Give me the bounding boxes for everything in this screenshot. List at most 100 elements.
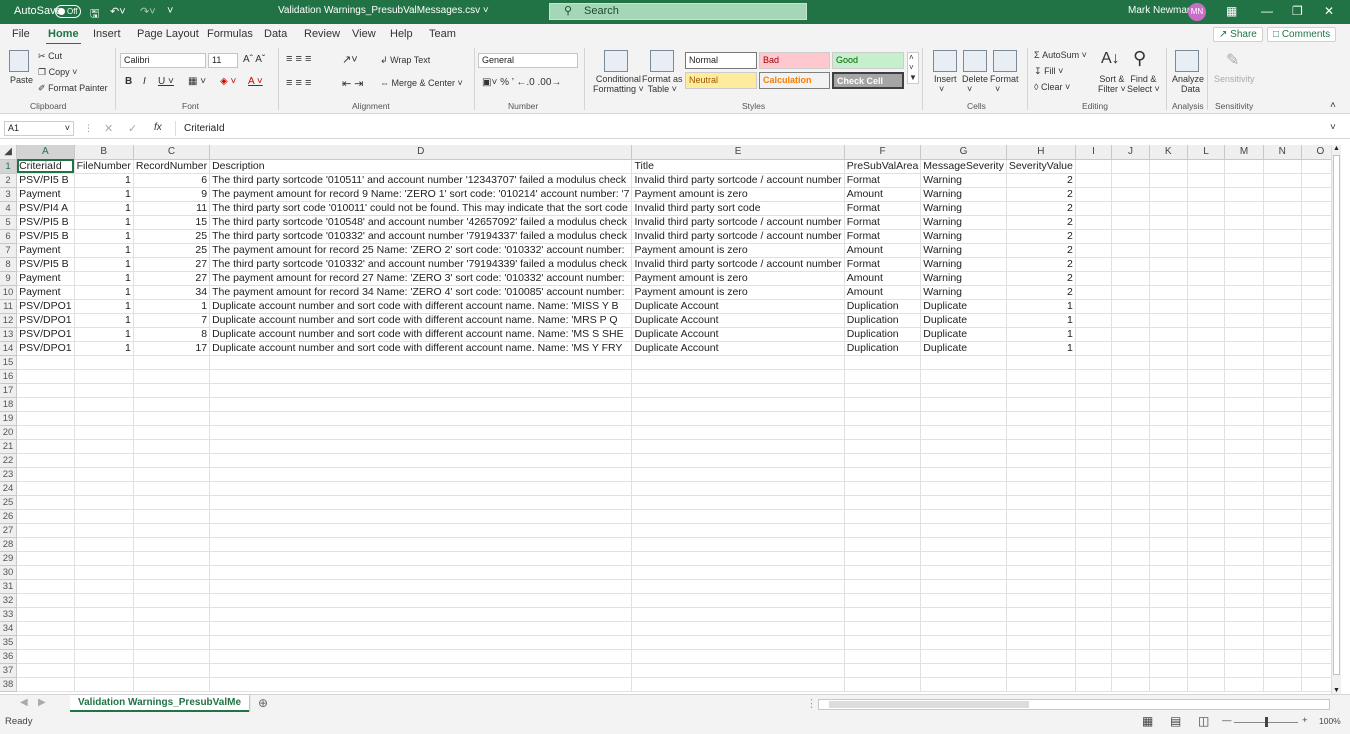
cell-d33[interactable]	[209, 607, 633, 622]
cell-l7[interactable]	[1187, 243, 1226, 258]
cell-d37[interactable]	[209, 663, 633, 678]
row-header[interactable]: 7	[0, 243, 18, 258]
row-header[interactable]: 28	[0, 537, 18, 552]
cell-l10[interactable]	[1187, 285, 1226, 300]
cell-c37[interactable]	[133, 663, 211, 678]
cell-m26[interactable]	[1224, 509, 1264, 524]
cell-e30[interactable]	[631, 565, 845, 580]
cell-h34[interactable]	[1006, 621, 1076, 636]
cell-e13[interactable]: Duplicate Account	[631, 327, 845, 342]
cell-e23[interactable]	[631, 467, 845, 482]
cell-l24[interactable]	[1187, 481, 1226, 496]
style-check-cell[interactable]: Check Cell	[832, 72, 904, 89]
comments-button[interactable]: □ Comments	[1267, 27, 1337, 42]
cell-l22[interactable]	[1187, 453, 1226, 468]
cell-a25[interactable]	[16, 495, 75, 510]
cell-b6[interactable]: 1	[74, 229, 134, 244]
cell-c10[interactable]: 34	[133, 285, 211, 300]
cell-f27[interactable]	[844, 523, 922, 538]
cell-g33[interactable]	[920, 607, 1007, 622]
tab-insert[interactable]: Insert	[93, 28, 121, 40]
column-header-m[interactable]: M	[1224, 145, 1264, 160]
cell-d8[interactable]: The third party sortcode '010332' and ac…	[209, 257, 633, 272]
cell-j28[interactable]	[1111, 537, 1150, 552]
cell-k30[interactable]	[1149, 565, 1188, 580]
cell-c34[interactable]	[133, 621, 211, 636]
cell-g29[interactable]	[920, 551, 1007, 566]
cell-l13[interactable]	[1187, 327, 1226, 342]
cell-c29[interactable]	[133, 551, 211, 566]
cell-c1[interactable]: RecordNumber	[133, 159, 211, 174]
cell-d27[interactable]	[209, 523, 633, 538]
cell-i2[interactable]	[1075, 173, 1113, 188]
cell-k2[interactable]	[1149, 173, 1188, 188]
cell-a7[interactable]: Payment	[16, 243, 75, 258]
cell-j30[interactable]	[1111, 565, 1150, 580]
cell-i37[interactable]	[1075, 663, 1113, 678]
cell-d17[interactable]	[209, 383, 633, 398]
cell-k3[interactable]	[1149, 187, 1188, 202]
row-header[interactable]: 32	[0, 593, 18, 608]
cell-g18[interactable]	[920, 397, 1007, 412]
cell-k23[interactable]	[1149, 467, 1188, 482]
cell-l29[interactable]	[1187, 551, 1226, 566]
cell-h16[interactable]	[1006, 369, 1076, 384]
cell-i33[interactable]	[1075, 607, 1113, 622]
cell-j12[interactable]	[1111, 313, 1150, 328]
tab-formulas[interactable]: Formulas	[207, 28, 253, 40]
cell-g23[interactable]	[920, 467, 1007, 482]
cell-a21[interactable]	[16, 439, 75, 454]
cell-f31[interactable]	[844, 579, 922, 594]
cell-i34[interactable]	[1075, 621, 1113, 636]
cell-b24[interactable]	[74, 481, 134, 496]
cell-g27[interactable]	[920, 523, 1007, 538]
cell-b4[interactable]: 1	[74, 201, 134, 216]
cell-j6[interactable]	[1111, 229, 1150, 244]
cell-j8[interactable]	[1111, 257, 1150, 272]
cell-g30[interactable]	[920, 565, 1007, 580]
confirm-entry-icon[interactable]: ✓	[128, 122, 137, 135]
style-good[interactable]: Good	[832, 52, 904, 69]
cell-a29[interactable]	[16, 551, 75, 566]
cell-e26[interactable]	[631, 509, 845, 524]
cell-f5[interactable]: Format	[844, 215, 922, 230]
cell-a6[interactable]: PSV/PI5 B	[16, 229, 75, 244]
cell-c18[interactable]	[133, 397, 211, 412]
cell-n29[interactable]	[1263, 551, 1302, 566]
cell-i9[interactable]	[1075, 271, 1113, 286]
cell-a4[interactable]: PSV/PI4 A	[16, 201, 75, 216]
cell-c5[interactable]: 15	[133, 215, 211, 230]
cell-l14[interactable]	[1187, 341, 1226, 356]
cell-d2[interactable]: The third party sortcode '010511' and ac…	[209, 173, 633, 188]
cell-i36[interactable]	[1075, 649, 1113, 664]
cell-a20[interactable]	[16, 425, 75, 440]
cell-i30[interactable]	[1075, 565, 1113, 580]
cell-a24[interactable]	[16, 481, 75, 496]
cell-l27[interactable]	[1187, 523, 1226, 538]
cell-c23[interactable]	[133, 467, 211, 482]
cell-a31[interactable]	[16, 579, 75, 594]
cell-e4[interactable]: Invalid third party sort code	[631, 201, 845, 216]
cell-a27[interactable]	[16, 523, 75, 538]
font-color-icon[interactable]: A ˅	[248, 76, 263, 87]
cell-j16[interactable]	[1111, 369, 1150, 384]
cell-g22[interactable]	[920, 453, 1007, 468]
cell-c35[interactable]	[133, 635, 211, 650]
cell-d6[interactable]: The third party sortcode '010332' and ac…	[209, 229, 633, 244]
cell-h11[interactable]: 1	[1006, 299, 1076, 314]
cell-l33[interactable]	[1187, 607, 1226, 622]
cell-e15[interactable]	[631, 355, 845, 370]
cell-c2[interactable]: 6	[133, 173, 211, 188]
cell-e21[interactable]	[631, 439, 845, 454]
cell-n15[interactable]	[1263, 355, 1302, 370]
cell-k4[interactable]	[1149, 201, 1188, 216]
cell-n27[interactable]	[1263, 523, 1302, 538]
sort-filter-button[interactable]: Sort & Filter ˅	[1098, 74, 1126, 94]
row-header[interactable]: 20	[0, 425, 18, 440]
cell-e7[interactable]: Payment amount is zero	[631, 243, 845, 258]
cell-d21[interactable]	[209, 439, 633, 454]
cell-e9[interactable]: Payment amount is zero	[631, 271, 845, 286]
cell-l3[interactable]	[1187, 187, 1226, 202]
row-header[interactable]: 36	[0, 649, 18, 664]
ribbon-display-icon[interactable]: ▦	[1226, 4, 1237, 18]
